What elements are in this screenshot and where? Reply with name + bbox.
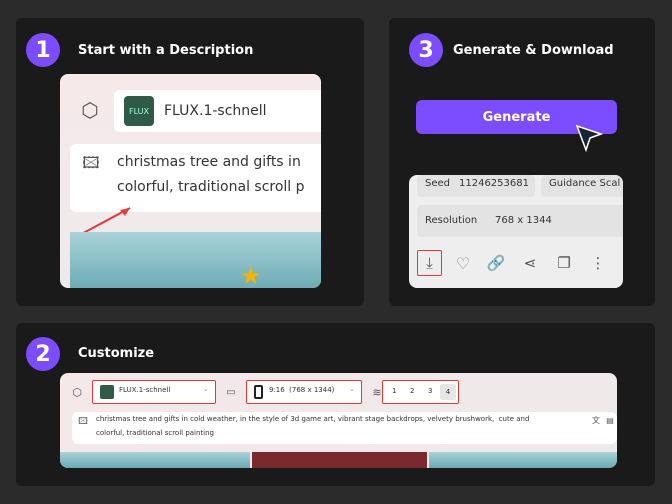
prompt-input[interactable]: 🖾 christmas tree and gifts in cold weath… <box>72 412 617 444</box>
step-title: Generate & Download <box>453 43 614 58</box>
step-number: 1 <box>26 33 60 67</box>
model-cube-icon: ⬡ <box>72 385 82 399</box>
model-name: FLUX.1-schnell <box>164 103 267 119</box>
image-add-icon: 🖾 <box>82 152 100 172</box>
portrait-icon <box>254 385 263 399</box>
step-title: Customize <box>78 346 155 361</box>
share-icon[interactable]: ⋖ <box>519 252 541 274</box>
step-2-panel: 2 Customize ⬡ FLUX.1-schnell ⌄ ▭ 9:16 (7… <box>16 323 655 486</box>
heart-icon[interactable]: ♡ <box>452 252 474 274</box>
prompt-text: colorful, traditional scroll painting <box>96 429 215 437</box>
resolution-label: Resolution <box>425 215 478 226</box>
aspect-value: 9:16 (768 x 1344) <box>269 386 335 394</box>
prompt-text: colorful, traditional scroll p <box>117 179 305 195</box>
step-number: 2 <box>26 337 60 371</box>
generated-image <box>252 452 427 468</box>
image-add-icon: 🖾 <box>78 417 88 427</box>
prompt-text: christmas tree and gifts in cold weather… <box>96 415 530 423</box>
prompt-tools-icon[interactable]: ▤ <box>605 415 615 425</box>
prompt-text: christmas tree and gifts in <box>117 154 301 170</box>
step-number: 3 <box>409 33 443 67</box>
screenshot-preview: ⬡ FLUX.1-schnell ⌄ ▭ 9:16 (768 x 1344) ⌄… <box>60 373 617 468</box>
model-select[interactable]: FLUX FLUX.1-schnell <box>114 90 321 132</box>
resolution-value: 768 x 1344 <box>495 215 552 226</box>
flux-logo <box>100 385 114 399</box>
more-icon[interactable]: ⋮ <box>587 252 609 274</box>
screenshot-preview: ⬡ FLUX FLUX.1-schnell 🖾 christmas tree a… <box>60 74 321 288</box>
result-card: Seed 11246253681 Guidance Scal Resolutio… <box>409 175 623 288</box>
seed-label: Seed <box>425 178 450 189</box>
seed-value: 11246253681 <box>459 178 529 189</box>
cursor-icon <box>575 124 604 152</box>
seed-field: Seed 11246253681 <box>417 175 535 197</box>
guidance-field: Guidance Scal <box>541 175 623 197</box>
guidance-label: Guidance Scal <box>549 178 621 189</box>
image-count-selector: 1 2 3 4 <box>382 380 459 404</box>
step-1-panel: 1 Start with a Description ⬡ FLUX FLUX.1… <box>16 18 364 306</box>
resolution-field: Resolution 768 x 1344 <box>417 205 623 237</box>
chevron-down-icon: ⌄ <box>349 385 355 393</box>
step-3-panel: 3 Generate & Download Generate Seed 1124… <box>389 18 655 306</box>
count-option[interactable]: 1 <box>392 387 396 395</box>
model-name: FLUX.1-schnell <box>119 386 171 394</box>
model-cube-icon: ⬡ <box>81 98 99 122</box>
count-option[interactable]: 2 <box>410 387 414 395</box>
count-option[interactable]: 3 <box>428 387 432 395</box>
step-title: Start with a Description <box>78 43 254 58</box>
link-icon[interactable]: 🔗 <box>485 252 507 274</box>
aspect-ratio-icon: ▭ <box>226 386 236 398</box>
translate-icon[interactable]: 文 <box>591 415 601 425</box>
copy-icon[interactable]: ❐ <box>553 252 575 274</box>
download-icon[interactable]: ⤓ <box>417 250 442 276</box>
generated-image <box>429 452 617 468</box>
model-select[interactable]: FLUX.1-schnell ⌄ <box>92 380 216 404</box>
generated-image <box>60 452 250 468</box>
chevron-down-icon: ⌄ <box>203 385 209 393</box>
flux-logo: FLUX <box>124 96 154 126</box>
aspect-select[interactable]: 9:16 (768 x 1344) ⌄ <box>246 380 362 404</box>
generated-image: ★ <box>70 232 321 288</box>
count-option-selected[interactable]: 4 <box>440 384 456 400</box>
